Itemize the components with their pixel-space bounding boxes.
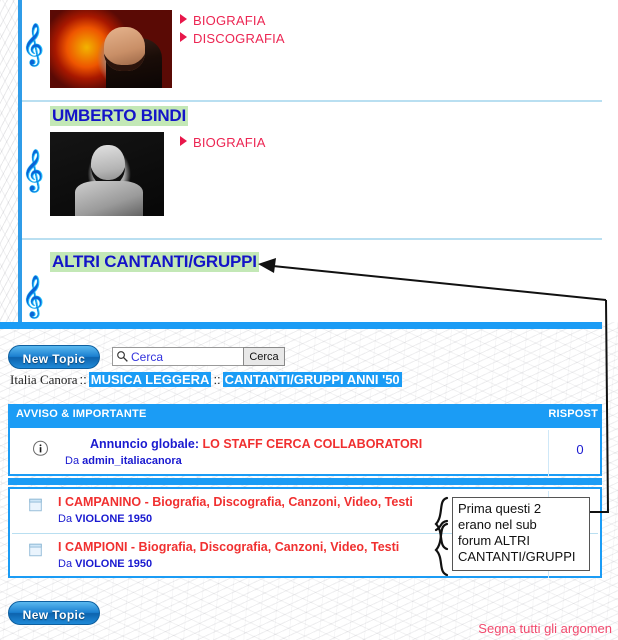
announcement-title-text: LO STAFF CERCA COLLABORATORI [202, 437, 423, 451]
link-label: BIOGRAFIA [193, 13, 266, 28]
link-discografia[interactable]: DISCOGRAFIA [180, 30, 285, 48]
search-button[interactable]: Cerca [243, 347, 285, 366]
table-header: AVVISO & IMPORTANTE RISPOST [8, 404, 602, 426]
announcement-author-line: Da admin_italiacanora [65, 455, 182, 467]
annotation-line: Prima questi 2 [458, 501, 542, 516]
table-header-title: AVVISO & IMPORTANTE [16, 408, 147, 420]
breadcrumb-separator: :: [213, 372, 221, 387]
annotation-line: forum ALTRI [458, 533, 531, 548]
link-label: DISCOGRAFIA [193, 31, 285, 46]
document-icon [29, 498, 42, 512]
singer-photo-1 [50, 10, 172, 88]
annotation-line: erano nel sub [458, 517, 537, 532]
topic-title[interactable]: I CAMPIONI - Biografia, Discografia, Can… [58, 540, 399, 554]
document-icon [29, 543, 42, 557]
topic-author-line: Da VIOLONE 1950 [58, 513, 152, 525]
singer-links-2: BIOGRAFIA [180, 134, 266, 152]
mark-all-read-link[interactable]: Segna tutti gli argomen [478, 621, 612, 636]
topic-author-line: Da VIOLONE 1950 [58, 558, 152, 570]
new-topic-button-bottom[interactable]: New Topic [8, 601, 100, 625]
annotation-callout-box: Prima questi 2 erano nel sub forum ALTRI… [452, 497, 590, 571]
link-biografia[interactable]: BIOGRAFIA [180, 12, 285, 30]
triangle-bullet-icon [180, 136, 187, 146]
singer-name-altri-cantanti-gruppi[interactable]: ALTRI CANTANTI/GRUPPI [50, 252, 259, 272]
singer-photo-2 [50, 132, 164, 216]
score-watermark [0, 0, 18, 322]
breadcrumb-root[interactable]: Italia Canora [10, 372, 78, 387]
breadcrumb-link-cantanti-gruppi[interactable]: CANTANTI/GRUPPI ANNI '50 [222, 372, 402, 387]
singer-entry-2: UMBERTO BINDI 𝄞 BIOGRAFIA [22, 104, 618, 238]
topic-author[interactable]: VIOLONE 1950 [75, 513, 152, 525]
breadcrumb-separator: :: [79, 372, 87, 387]
search-icon [117, 351, 128, 362]
forum-top-blue-bar [0, 322, 602, 329]
search-input[interactable] [131, 349, 247, 364]
announcement-author[interactable]: admin_italiacanora [82, 455, 182, 467]
annotation-line: CANTANTI/GRUPPI [458, 549, 576, 564]
page-root: 𝄞 BIOGRAFIA DISCOGRAFIA UMBERTO BINDI 𝄞 … [0, 0, 618, 640]
link-biografia[interactable]: BIOGRAFIA [180, 134, 266, 152]
announcement-row: Annuncio globale: LO STAFF CERCA COLLABO… [10, 428, 600, 473]
treble-clef-icon: 𝄞 [22, 275, 44, 316]
singers-panel: 𝄞 BIOGRAFIA DISCOGRAFIA UMBERTO BINDI 𝄞 … [0, 0, 618, 322]
announcement-title[interactable]: Annuncio globale: LO STAFF CERCA COLLABO… [90, 437, 422, 451]
by-label: Da [65, 455, 80, 467]
breadcrumb: Italia Canora:: MUSICA LEGGERA:: CANTANTI/… [10, 372, 402, 388]
singers-list: 𝄞 BIOGRAFIA DISCOGRAFIA UMBERTO BINDI 𝄞 … [22, 0, 618, 322]
announcement-reply-count: 0 [576, 442, 584, 457]
announcement-row-container: Annuncio globale: LO STAFF CERCA COLLABO… [8, 426, 602, 476]
treble-clef-icon: 𝄞 [22, 149, 44, 190]
triangle-bullet-icon [180, 14, 187, 24]
singer-entry-1: 𝄞 BIOGRAFIA DISCOGRAFIA [22, 0, 618, 100]
by-label: Da [58, 558, 73, 570]
by-label: Da [58, 513, 73, 525]
singer-name-umberto-bindi[interactable]: UMBERTO BINDI [50, 106, 189, 126]
singer-entry-3: ALTRI CANTANTI/GRUPPI 𝄞 [22, 242, 618, 322]
entry-separator [22, 238, 602, 240]
breadcrumb-link-musica-leggera[interactable]: MUSICA LEGGERA [88, 372, 212, 387]
search-box[interactable] [112, 347, 252, 366]
section-blue-bar [8, 478, 602, 485]
info-icon [33, 440, 48, 456]
topic-author[interactable]: VIOLONE 1950 [75, 558, 152, 570]
entry-separator [22, 100, 602, 102]
singer-links-1: BIOGRAFIA DISCOGRAFIA [180, 12, 285, 48]
triangle-bullet-icon [180, 32, 187, 42]
link-label: BIOGRAFIA [193, 135, 266, 150]
topic-title[interactable]: I CAMPANINO - Biografia, Discografia, Ca… [58, 495, 413, 509]
table-header-replies: RISPOST [548, 408, 598, 420]
treble-clef-icon: 𝄞 [22, 23, 44, 64]
announcement-prefix: Annuncio globale: [90, 437, 200, 451]
new-topic-button-top[interactable]: New Topic [8, 345, 100, 369]
